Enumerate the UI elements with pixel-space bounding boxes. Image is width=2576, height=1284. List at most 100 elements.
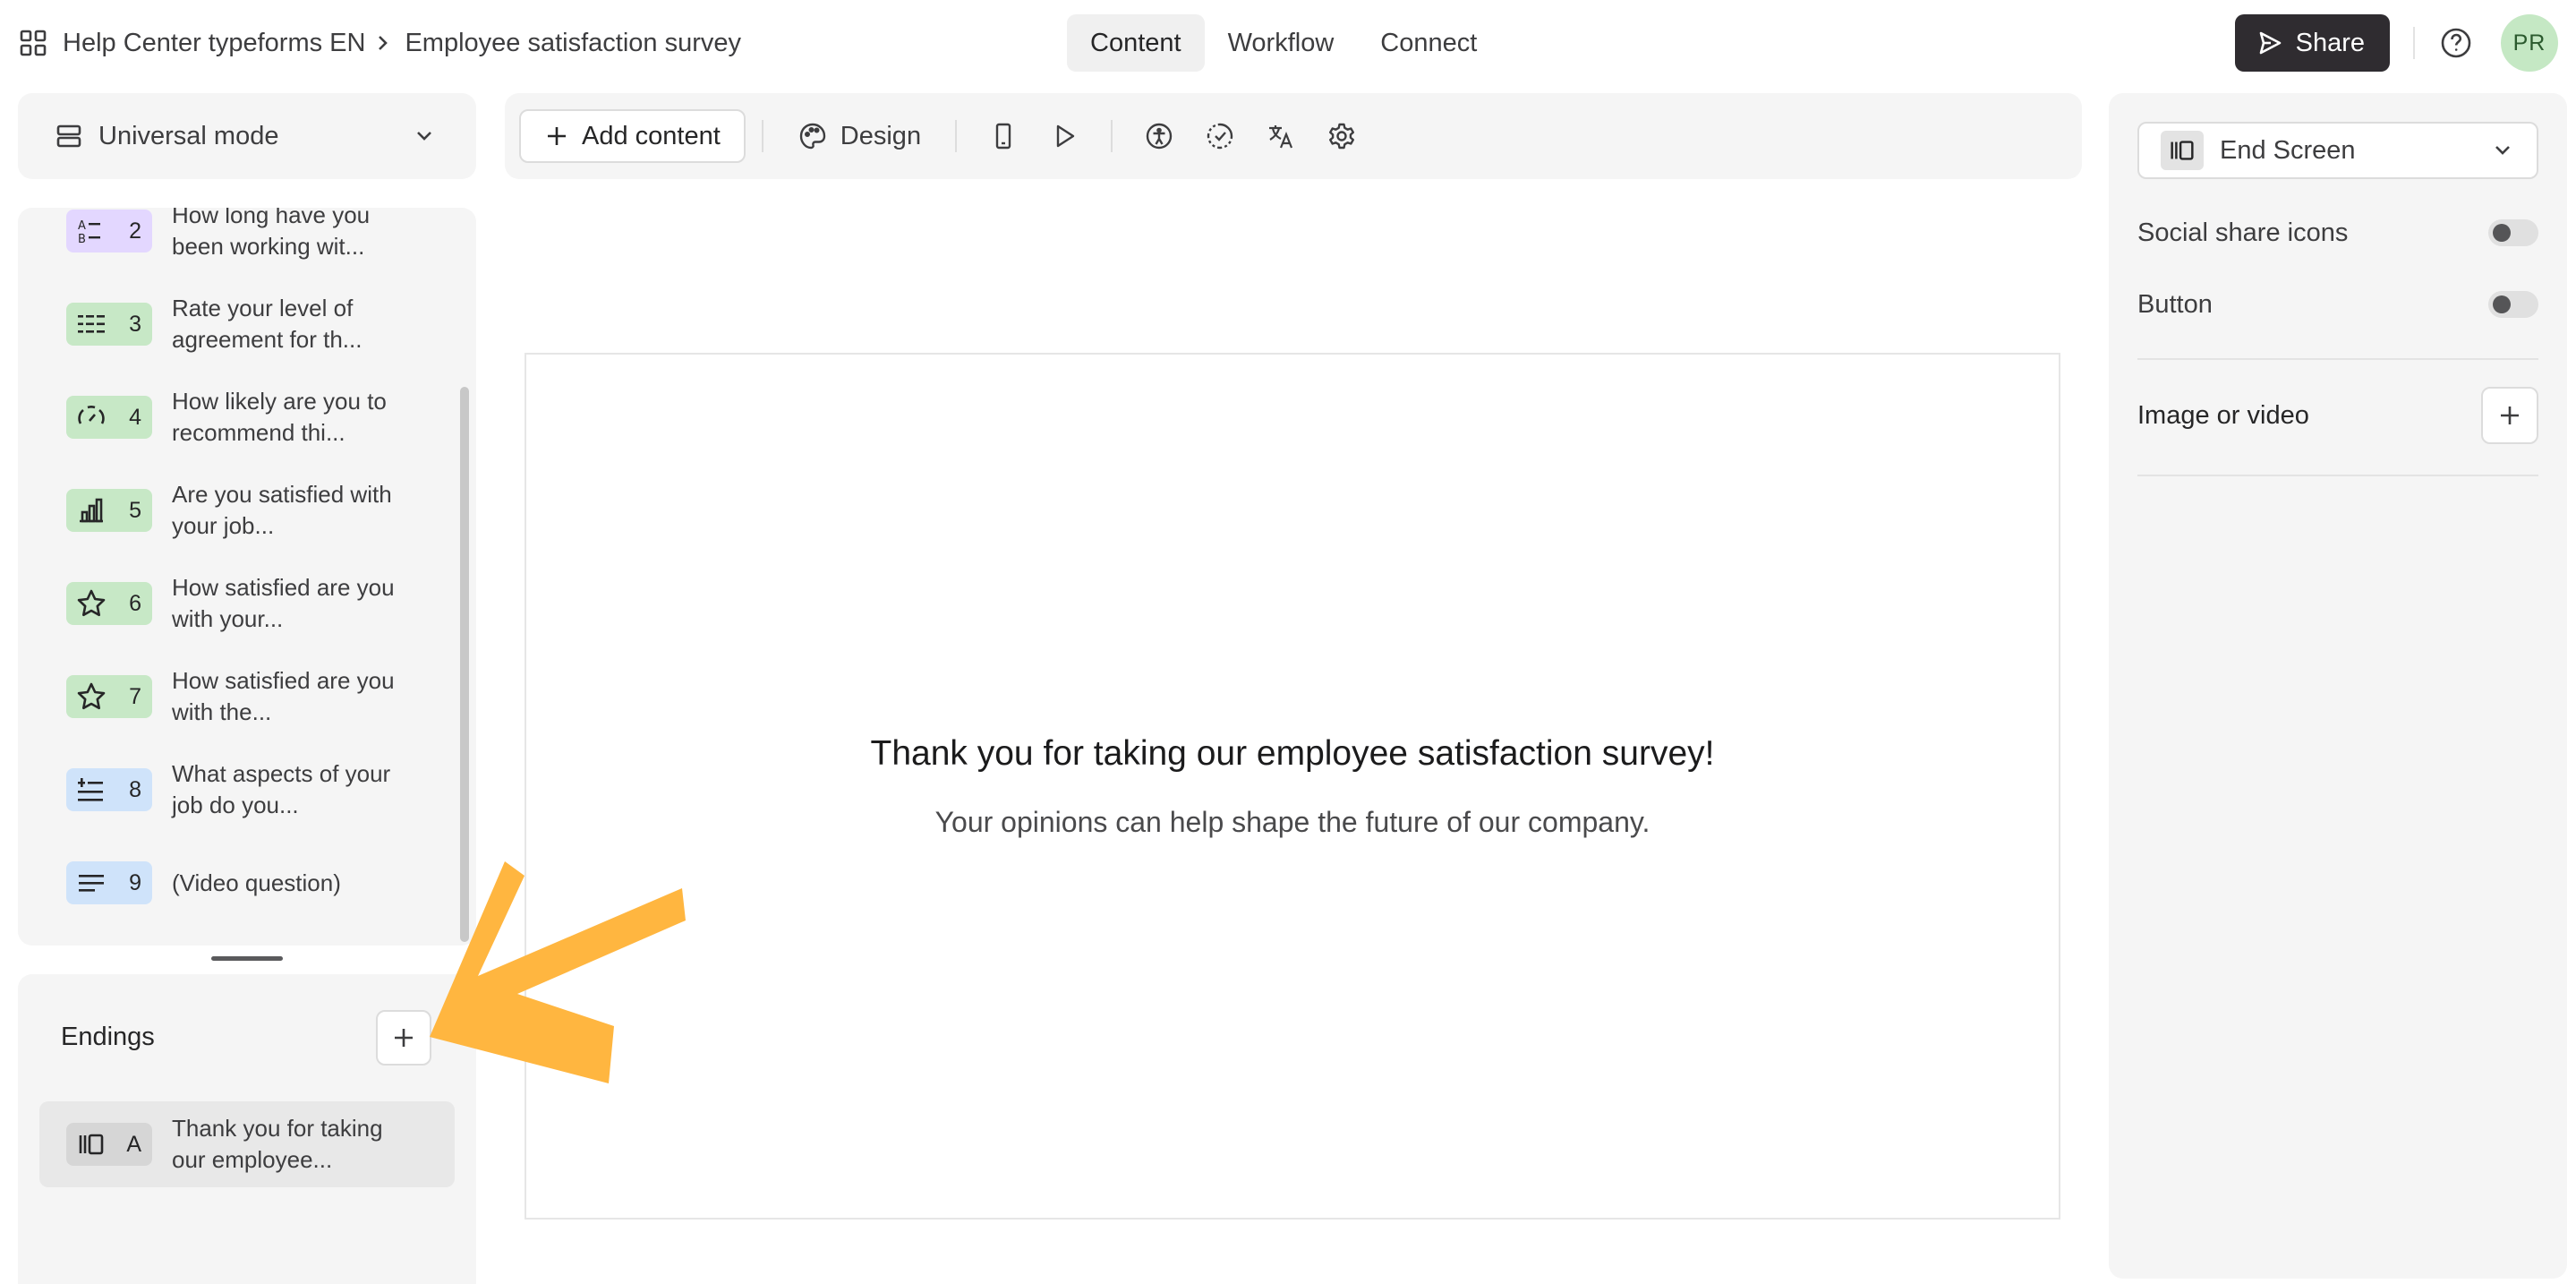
bar-chart-icon bbox=[75, 494, 107, 526]
question-text: How long have you been working wit... bbox=[172, 208, 371, 260]
button-setting-label: Button bbox=[2137, 289, 2213, 319]
question-text: (Video question) bbox=[172, 869, 341, 896]
settings-gear-icon[interactable] bbox=[1315, 109, 1369, 163]
question-item[interactable]: 7 How satisfied are you with the... bbox=[66, 661, 424, 732]
question-type-badge: 5 bbox=[66, 489, 152, 532]
multiple-choice-icon: AB bbox=[75, 215, 107, 247]
accessibility-icon[interactable] bbox=[1132, 109, 1186, 163]
help-icon[interactable] bbox=[2438, 25, 2474, 61]
question-item[interactable]: 5 Are you satisfied with your job... bbox=[66, 475, 424, 546]
screen-preview[interactable]: Thank you for taking our employee satisf… bbox=[525, 353, 2060, 1220]
breadcrumb: Help Center typeforms EN Employee satisf… bbox=[18, 0, 741, 86]
question-text: What aspects of your job do you... bbox=[172, 760, 391, 818]
add-content-label: Add content bbox=[582, 121, 721, 150]
panel-resize-handle[interactable] bbox=[211, 956, 283, 961]
social-share-toggle[interactable] bbox=[2488, 219, 2538, 246]
ending-item[interactable]: A Thank you for taking our employee... bbox=[39, 1101, 455, 1187]
question-type-badge: 4 bbox=[66, 396, 152, 439]
star-icon bbox=[75, 587, 107, 620]
plus-icon bbox=[391, 1025, 416, 1050]
question-type-badge: 8 bbox=[66, 768, 152, 811]
button-toggle[interactable] bbox=[2488, 291, 2538, 318]
button-setting: Button bbox=[2137, 279, 2538, 330]
settings-panel: End Screen Social share icons Button Ima… bbox=[2109, 93, 2567, 1279]
end-screen-icon bbox=[75, 1128, 107, 1160]
layout-icon bbox=[54, 121, 84, 151]
question-type-badge: 9 bbox=[66, 861, 152, 904]
screen-type-select[interactable]: End Screen bbox=[2137, 122, 2538, 179]
main-tabs: Content Workflow Connect bbox=[1067, 14, 1500, 72]
plus-icon bbox=[2497, 403, 2522, 428]
breadcrumb-form-title[interactable]: Employee satisfaction survey bbox=[405, 29, 741, 58]
image-or-video-label: Image or video bbox=[2137, 400, 2309, 430]
add-media-button[interactable] bbox=[2481, 387, 2538, 444]
mode-selector[interactable]: Universal mode bbox=[18, 93, 476, 179]
translate-icon[interactable] bbox=[1254, 109, 1308, 163]
social-share-label: Social share icons bbox=[2137, 218, 2349, 247]
question-text: Rate your level of agreement for th... bbox=[172, 295, 363, 353]
gauge-icon bbox=[75, 401, 107, 433]
question-text: How satisfied are you with your... bbox=[172, 574, 395, 632]
question-text: How likely are you to recommend thi... bbox=[172, 388, 387, 446]
design-button[interactable]: Design bbox=[780, 109, 939, 163]
question-item[interactable]: 9 (Video question) bbox=[66, 847, 424, 919]
matrix-icon bbox=[75, 308, 107, 340]
question-item[interactable]: 6 How satisfied are you with your... bbox=[66, 568, 424, 639]
social-share-setting: Social share icons bbox=[2137, 208, 2538, 258]
question-number: 4 bbox=[129, 404, 141, 430]
endings-title: Endings bbox=[61, 1023, 155, 1051]
ranking-icon bbox=[75, 774, 107, 806]
question-item[interactable]: 8 What aspects of your job do you... bbox=[66, 754, 424, 826]
question-type-badge: AB 2 bbox=[66, 210, 152, 253]
question-number: 2 bbox=[129, 218, 141, 244]
question-text: Are you satisfied with your job... bbox=[172, 481, 392, 539]
header-divider bbox=[2413, 27, 2415, 59]
chevron-down-icon bbox=[412, 124, 437, 149]
question-number: 3 bbox=[129, 311, 141, 337]
chevron-right-icon bbox=[376, 32, 390, 54]
send-icon bbox=[2256, 30, 2283, 56]
question-text: How satisfied are you with the... bbox=[172, 667, 395, 725]
question-type-badge: 6 bbox=[66, 582, 152, 625]
tab-connect[interactable]: Connect bbox=[1357, 14, 1500, 72]
endings-section: Endings A Thank you for taking our emplo… bbox=[18, 974, 476, 1284]
question-number: 9 bbox=[129, 869, 141, 895]
end-screen-description[interactable]: Your opinions can help shape the future … bbox=[526, 806, 2059, 839]
end-screen-icon bbox=[2161, 131, 2204, 170]
question-list-scrollbar[interactable] bbox=[460, 387, 469, 942]
editor-toolbar: Add content Design bbox=[505, 93, 2082, 179]
toolbar-divider bbox=[955, 120, 958, 152]
share-label: Share bbox=[2295, 28, 2365, 57]
question-number: 5 bbox=[129, 497, 141, 523]
question-item[interactable]: AB 2 How long have you been working wit.… bbox=[66, 208, 424, 267]
settings-divider bbox=[2137, 475, 2538, 476]
ending-letter: A bbox=[126, 1131, 141, 1157]
annotation-arrow bbox=[430, 861, 686, 1083]
palette-icon bbox=[798, 121, 828, 151]
avatar[interactable]: PR bbox=[2501, 14, 2558, 72]
ending-badge: A bbox=[66, 1123, 152, 1166]
image-or-video-setting: Image or video bbox=[2137, 387, 2538, 444]
mobile-preview-icon[interactable] bbox=[977, 109, 1030, 163]
question-list: AB 2 How long have you been working wit.… bbox=[18, 208, 476, 946]
share-button[interactable]: Share bbox=[2234, 14, 2390, 72]
long-text-icon bbox=[75, 867, 107, 899]
plus-icon bbox=[544, 124, 569, 149]
tab-workflow[interactable]: Workflow bbox=[1205, 14, 1358, 72]
apps-grid-icon[interactable] bbox=[18, 28, 48, 58]
end-screen-title[interactable]: Thank you for taking our employee satisf… bbox=[526, 734, 2059, 774]
progress-icon[interactable] bbox=[1193, 109, 1247, 163]
breadcrumb-workspace[interactable]: Help Center typeforms EN bbox=[63, 29, 365, 58]
question-number: 8 bbox=[129, 776, 141, 802]
tab-content[interactable]: Content bbox=[1067, 14, 1205, 72]
screen-type-label: End Screen bbox=[2220, 135, 2356, 165]
question-number: 6 bbox=[129, 590, 141, 616]
svg-text:B: B bbox=[78, 233, 86, 246]
question-item[interactable]: 3 Rate your level of agreement for th... bbox=[66, 288, 424, 360]
question-type-badge: 7 bbox=[66, 675, 152, 718]
toolbar-divider bbox=[1111, 120, 1113, 152]
chevron-down-icon bbox=[2490, 138, 2515, 163]
play-icon[interactable] bbox=[1037, 109, 1091, 163]
question-item[interactable]: 4 How likely are you to recommend thi... bbox=[66, 381, 424, 453]
add-content-button[interactable]: Add content bbox=[519, 109, 746, 163]
